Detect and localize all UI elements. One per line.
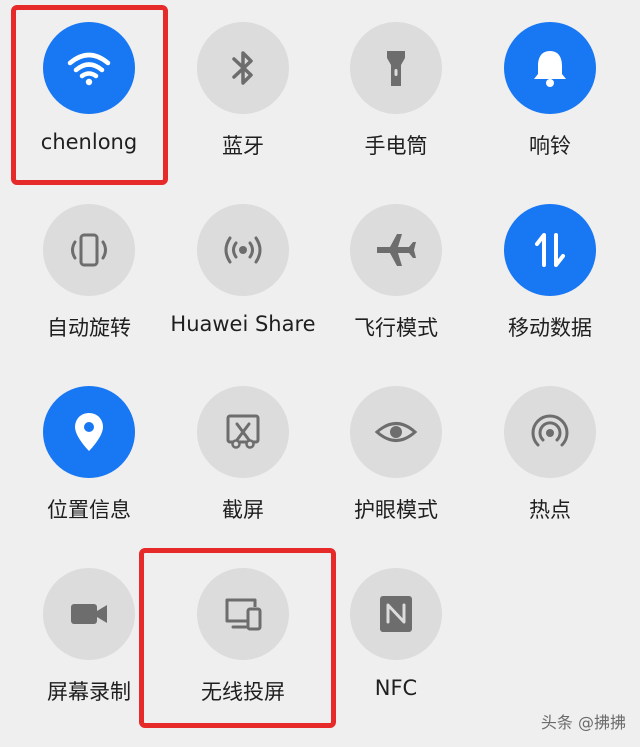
screen-record-label: 屏幕录制 [47,680,131,704]
tile-ring[interactable]: 响铃 [475,0,625,170]
huawei-share-icon [224,236,262,264]
tile-eye-comfort[interactable]: 护眼模式 [321,364,471,534]
location-icon [75,413,103,451]
tile-bluetooth[interactable]: 蓝牙 [168,0,318,170]
bluetooth-icon [232,51,253,85]
mobile-data-icon [535,233,565,267]
highlight-box-wifi [11,5,168,185]
highlight-box-wireless-projection [139,548,336,728]
tile-flashlight[interactable]: 手电筒 [321,0,471,170]
hotspot-toggle[interactable] [504,386,596,478]
nfc-label: NFC [374,676,418,700]
screenshot-icon [226,414,260,449]
bell-icon [534,51,566,87]
watermark: 头条 @拂拂 [540,713,626,732]
location-toggle[interactable] [43,386,135,478]
eye-comfort-toggle[interactable] [350,386,442,478]
auto-rotate-label: 自动旋转 [47,316,131,340]
nfc-toggle[interactable] [350,568,442,660]
ring-label: 响铃 [529,134,571,158]
screenshot-toggle[interactable] [197,386,289,478]
huawei-share-toggle[interactable] [197,204,289,296]
tile-airplane[interactable]: 飞行模式 [321,182,471,352]
location-label: 位置信息 [47,498,131,522]
mobile-data-toggle[interactable] [504,204,596,296]
nfc-icon [380,596,412,632]
bluetooth-toggle[interactable] [197,22,289,114]
tile-auto-rotate[interactable]: 自动旋转 [14,182,164,352]
tile-location[interactable]: 位置信息 [14,364,164,534]
auto-rotate-icon [71,233,107,267]
flashlight-label: 手电筒 [364,134,428,158]
bluetooth-label: 蓝牙 [222,134,264,158]
tile-huawei-share[interactable]: Huawei Share [168,182,318,352]
airplane-toggle[interactable] [350,204,442,296]
eye-comfort-label: 护眼模式 [354,498,438,522]
airplane-icon [377,234,416,266]
tile-nfc[interactable]: NFC [321,546,471,716]
eye-icon [374,422,418,442]
screen-record-toggle[interactable] [43,568,135,660]
airplane-label: 飞行模式 [354,316,438,340]
hotspot-label: 热点 [529,498,571,522]
huawei-share-label: Huawei Share [170,312,316,336]
hotspot-icon [531,414,569,447]
auto-rotate-toggle[interactable] [43,204,135,296]
tile-screenshot[interactable]: 截屏 [168,364,318,534]
mobile-data-label: 移动数据 [508,316,592,340]
screenshot-label: 截屏 [222,498,264,522]
screen-record-icon [71,604,107,624]
tile-mobile-data[interactable]: 移动数据 [475,182,625,352]
tile-hotspot[interactable]: 热点 [475,364,625,534]
flashlight-icon [387,51,405,86]
ring-toggle[interactable] [504,22,596,114]
flashlight-toggle[interactable] [350,22,442,114]
